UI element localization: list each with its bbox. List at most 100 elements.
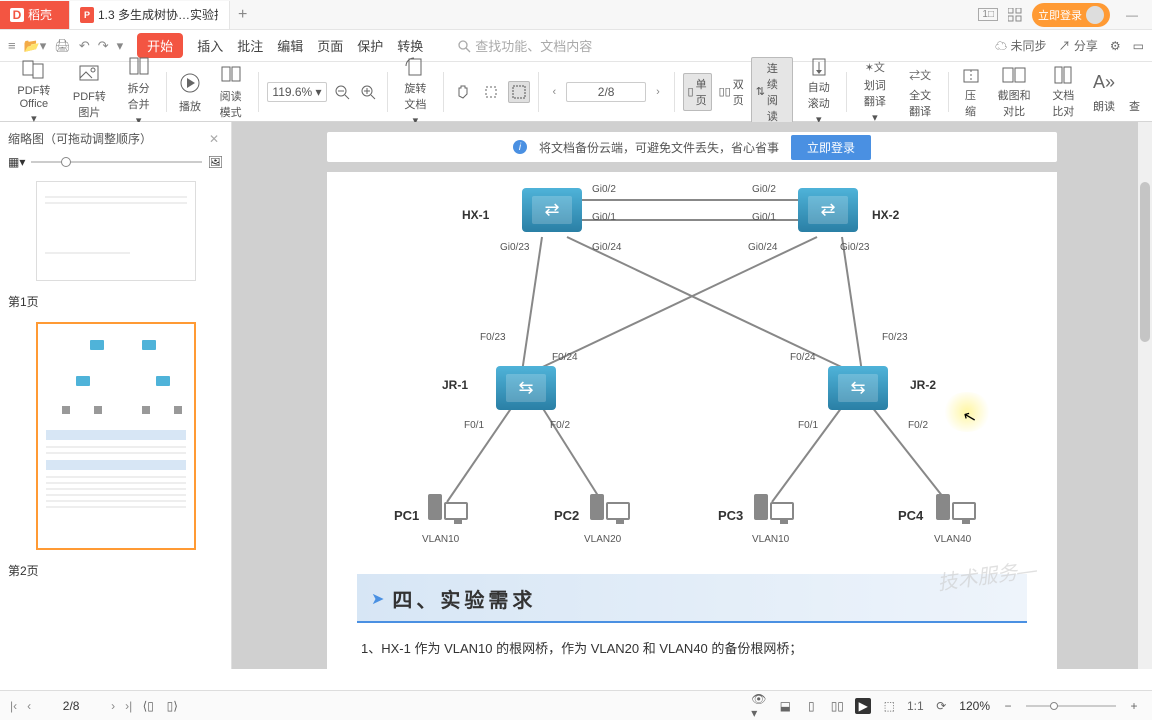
- continuous-read[interactable]: ⇅连续阅读: [751, 57, 793, 127]
- login-label: 立即登录: [1038, 7, 1082, 23]
- redo-icon[interactable]: ↷: [98, 38, 109, 54]
- bookmark-next-icon[interactable]: ▯⟩: [164, 698, 180, 714]
- minimize-button[interactable]: —: [1120, 8, 1144, 22]
- menu-page[interactable]: 页面: [317, 36, 343, 55]
- bookmark-prev-icon[interactable]: ⟨▯: [140, 698, 156, 714]
- zoom-out-icon[interactable]: [331, 81, 353, 103]
- home-tab[interactable]: D 稻壳: [0, 1, 70, 29]
- single-page-icon[interactable]: ▯: [803, 698, 819, 714]
- menu-protect[interactable]: 保护: [357, 36, 383, 55]
- play-slideshow-icon[interactable]: ▶: [855, 698, 871, 714]
- cloud-backup-banner: i 将文档备份云端，可避免文件丢失，省心省事 立即登录: [327, 132, 1057, 162]
- banner-text: 将文档备份云端，可避免文件丢失，省心省事: [539, 139, 779, 156]
- avatar-icon: [1086, 6, 1104, 24]
- open-icon[interactable]: 📂▾: [24, 38, 47, 54]
- apps-grid-icon[interactable]: [1008, 8, 1022, 22]
- pdf-icon: P: [80, 7, 94, 23]
- multi-window-icon[interactable]: 1□: [978, 8, 998, 21]
- next-page[interactable]: ›: [650, 86, 666, 98]
- full-translate[interactable]: ⇄文全文翻译: [900, 65, 939, 119]
- hand-tool-icon[interactable]: [452, 81, 474, 103]
- banner-login-button[interactable]: 立即登录: [791, 135, 871, 160]
- find-tool[interactable]: 查: [1125, 65, 1144, 119]
- rotate-doc[interactable]: 旋转文档▾: [396, 65, 435, 119]
- heading-text: 四、实验需求: [392, 584, 536, 613]
- thumbnail-page-2[interactable]: [36, 322, 196, 550]
- pdf-to-image[interactable]: PDF转图片: [66, 65, 113, 119]
- thumb-2-label: 第2页: [8, 562, 223, 579]
- rotate-icon[interactable]: ⟳: [933, 698, 949, 714]
- settings-icon[interactable]: ⚙: [1110, 39, 1121, 53]
- play-button[interactable]: 播放: [175, 65, 205, 119]
- zoom-plus-icon[interactable]: +: [1126, 698, 1142, 714]
- section-heading: ➤ 四、实验需求: [357, 574, 1027, 623]
- page-indicator[interactable]: 2/8: [566, 82, 646, 102]
- scrollbar[interactable]: [1138, 122, 1152, 669]
- doc-compare[interactable]: 文档比对: [1044, 65, 1083, 119]
- menu-convert[interactable]: 转换: [397, 36, 423, 55]
- read-mode[interactable]: 阅读模式: [211, 65, 250, 119]
- thumbnail-page-1[interactable]: [36, 181, 196, 281]
- zoom-in-icon[interactable]: [357, 81, 379, 103]
- prev-page-icon[interactable]: ‹: [27, 699, 31, 713]
- crop-tool-icon[interactable]: [480, 81, 502, 103]
- requirement-line-1: 1、HX-1 作为 VLAN10 的根网桥，作为 VLAN20 和 VLAN40…: [361, 637, 1027, 660]
- text-to-speech[interactable]: A»朗读: [1089, 65, 1119, 119]
- thumb-1-label: 第1页: [8, 293, 223, 310]
- diagram-links: [392, 182, 992, 562]
- first-page-icon[interactable]: |‹: [10, 699, 17, 713]
- selection-translate[interactable]: ✶文划词翻译▾: [855, 65, 894, 119]
- grid-view-icon[interactable]: ▦▾: [8, 155, 25, 169]
- fit-page-icon[interactable]: ⬚: [881, 698, 897, 714]
- next-page-icon[interactable]: ›: [111, 699, 115, 713]
- zoom-select[interactable]: 119.6% ▾: [267, 82, 327, 102]
- search-box[interactable]: 查找功能、文档内容: [457, 36, 592, 55]
- view-mode-icon[interactable]: 👁▾: [751, 698, 767, 714]
- network-diagram: HX-1 ⇄ Gi0/2 Gi0/1 Gi0/2 Gi0/1 ⇄ HX-2 Gi…: [392, 182, 992, 562]
- doc-title: 1.3 多生成树协…实验指导: [98, 6, 218, 23]
- thumbnail-panel: 缩略图（可拖动调整顺序） ✕ ▦▾ 🖼 第1页: [0, 122, 232, 669]
- brand-label: 稻壳: [28, 6, 52, 23]
- single-page[interactable]: ▯单页: [683, 73, 712, 111]
- compress[interactable]: 压缩: [957, 65, 985, 119]
- new-tab-button[interactable]: +: [230, 6, 255, 24]
- login-button[interactable]: 立即登录: [1032, 3, 1110, 27]
- last-page-icon[interactable]: ›|: [125, 699, 132, 713]
- zoom-minus-icon[interactable]: −: [1000, 698, 1016, 714]
- print-icon[interactable]: 🖨: [54, 38, 71, 54]
- select-tool-icon[interactable]: [508, 81, 530, 103]
- menu-annotate[interactable]: 批注: [237, 36, 263, 55]
- menu-start[interactable]: 开始: [137, 33, 183, 58]
- double-page[interactable]: ▯▯双页: [714, 73, 749, 111]
- brand-icon: D: [10, 8, 24, 22]
- fit-width-icon[interactable]: ⬓: [777, 698, 793, 714]
- dropdown-icon[interactable]: ▾: [117, 38, 124, 54]
- document-viewport[interactable]: i 将文档备份云端，可避免文件丢失，省心省事 立即登录 HX-1: [232, 122, 1152, 669]
- image-view-icon[interactable]: 🖼: [208, 155, 223, 169]
- cloud-sync[interactable]: ☁ 未同步: [995, 37, 1046, 54]
- prev-page[interactable]: ‹: [546, 86, 562, 98]
- document-tab[interactable]: P 1.3 多生成树协…实验指导: [70, 1, 230, 29]
- menu-insert[interactable]: 插入: [197, 36, 223, 55]
- menu-edit[interactable]: 编辑: [277, 36, 303, 55]
- screenshot-compare[interactable]: 截图和对比: [991, 65, 1038, 119]
- panel-title: 缩略图（可拖动调整顺序）: [8, 130, 152, 147]
- auto-scroll[interactable]: 自动滚动▾: [799, 65, 838, 119]
- close-panel-icon[interactable]: ✕: [209, 132, 219, 146]
- page-number[interactable]: 2/8: [41, 699, 101, 713]
- zoom-slider[interactable]: [1026, 705, 1116, 707]
- split-merge[interactable]: 拆分合并▾: [119, 65, 158, 119]
- info-icon: i: [513, 140, 527, 154]
- actual-size-icon[interactable]: 1:1: [907, 698, 923, 714]
- menu-icon[interactable]: ≡: [8, 38, 16, 53]
- pdf-page: HX-1 ⇄ Gi0/2 Gi0/1 Gi0/2 Gi0/1 ⇄ HX-2 Gi…: [327, 172, 1057, 669]
- two-page-icon[interactable]: ▯▯: [829, 698, 845, 714]
- thumb-size-slider[interactable]: [31, 161, 201, 163]
- search-placeholder: 查找功能、文档内容: [475, 36, 592, 55]
- pdf-to-office[interactable]: PDF转Office▾: [8, 65, 60, 119]
- arrow-icon: ➤: [371, 589, 384, 609]
- collapse-icon[interactable]: ▭: [1133, 39, 1144, 53]
- undo-icon[interactable]: ↶: [79, 38, 90, 54]
- share-button[interactable]: ↗ 分享: [1059, 37, 1098, 54]
- search-icon: [457, 39, 471, 53]
